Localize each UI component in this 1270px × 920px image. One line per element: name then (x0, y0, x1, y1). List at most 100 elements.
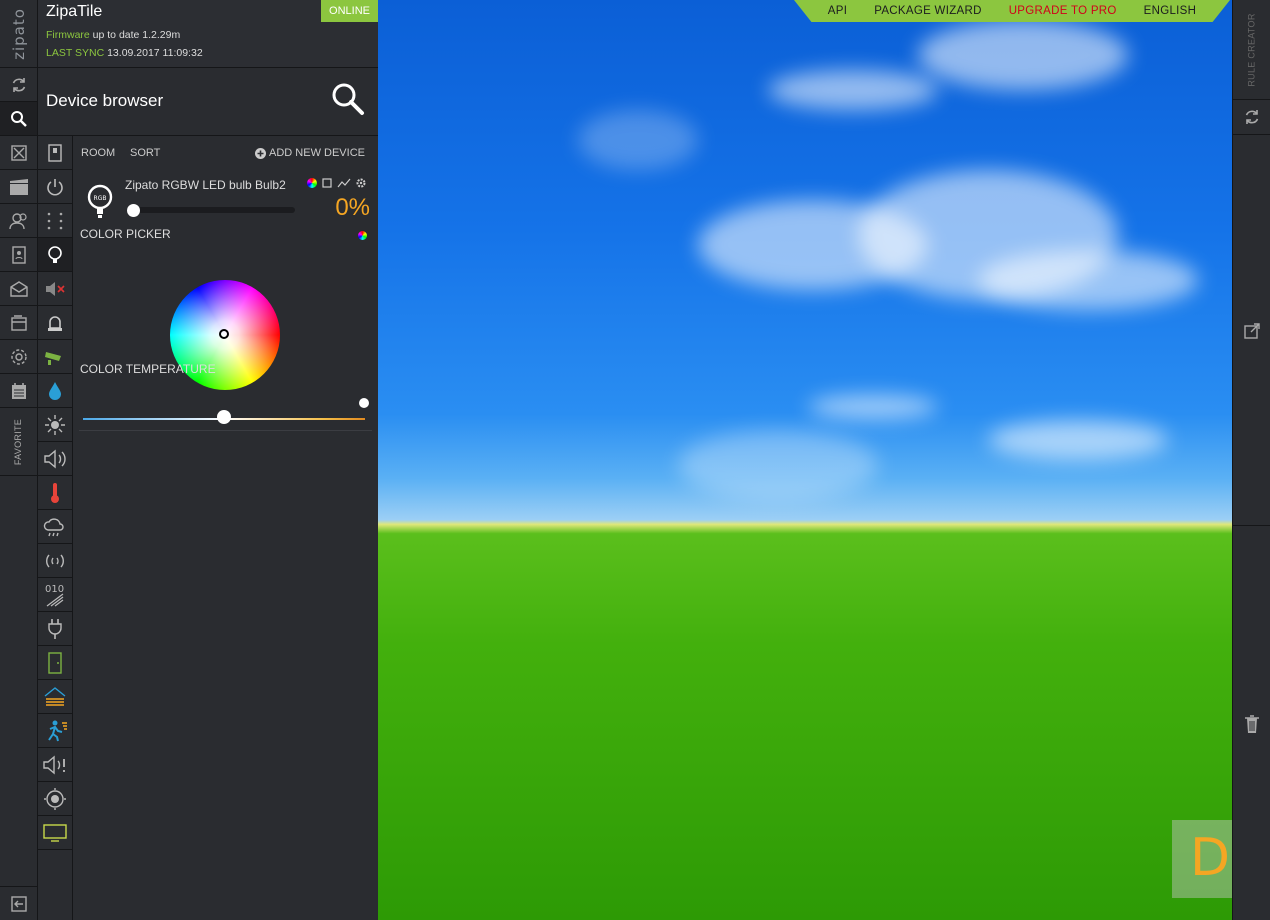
cloud (808, 395, 938, 419)
category-binary[interactable]: 010 (38, 578, 72, 612)
add-device-button[interactable]: ADD NEW DEVICE (255, 147, 365, 159)
category-mute[interactable] (38, 272, 72, 306)
color-temperature-knob[interactable] (217, 410, 231, 424)
favorite-tab[interactable]: FAVORITE (0, 408, 37, 476)
room-filter[interactable]: ROOM (81, 147, 115, 159)
thermometer-icon (51, 482, 59, 503)
rule-creator-tab[interactable]: RULE CREATOR (1233, 0, 1270, 100)
category-brightness[interactable] (38, 408, 72, 442)
rgb-bulb-icon: RGB (87, 184, 113, 225)
smoke-icon (44, 787, 66, 810)
rule-creator-label: RULE CREATOR (1246, 12, 1257, 87)
wallet-button[interactable] (0, 306, 37, 340)
search-nav-button[interactable] (0, 102, 37, 136)
color-temperature-label: COLOR TEMPERATURE (80, 362, 216, 376)
cloud (918, 20, 1128, 90)
nav-upgrade-to-pro[interactable]: UPGRADE TO PRO (1009, 5, 1117, 17)
open-external-button[interactable] (1233, 314, 1270, 348)
scenes-button[interactable] (0, 170, 37, 204)
firmware-line: Firmware up to date 1.2.29m (46, 29, 180, 41)
plug-icon (48, 618, 62, 639)
siren-icon (43, 755, 65, 774)
nav-api[interactable]: API (828, 5, 847, 17)
logout-button[interactable] (0, 886, 38, 920)
external-link-icon (1244, 323, 1260, 339)
category-signal[interactable] (38, 544, 72, 578)
refresh-icon (1245, 110, 1259, 124)
settings-icon (10, 348, 27, 365)
category-door[interactable] (38, 646, 72, 680)
weather-icon (43, 517, 64, 536)
firmware-label: Firmware (46, 29, 90, 41)
cloud (678, 430, 878, 500)
category-thermometer[interactable] (38, 476, 72, 510)
nav-package-wizard[interactable]: PACKAGE WIZARD (874, 5, 982, 17)
category-switch[interactable] (38, 136, 72, 170)
divider (1233, 134, 1270, 135)
firmware-text: up to date 1.2.29m (92, 29, 181, 41)
messages-button[interactable] (0, 272, 37, 306)
widgets-button[interactable] (0, 136, 37, 170)
category-bulb[interactable] (38, 238, 72, 272)
level-percent: 0% (335, 194, 370, 221)
calendar-button[interactable] (0, 374, 37, 408)
category-water[interactable] (38, 374, 72, 408)
widget-tile[interactable]: D (1172, 820, 1232, 898)
device-toolbar: ROOM SORT ADD NEW DEVICE (73, 136, 378, 170)
device-search-button[interactable] (330, 81, 366, 122)
settings-button[interactable] (0, 340, 37, 374)
color-dot-icon[interactable] (307, 178, 317, 188)
category-grid[interactable] (38, 204, 72, 238)
signal-icon (46, 554, 64, 567)
refresh-icon (12, 77, 25, 92)
refresh-button[interactable] (0, 68, 37, 102)
category-flood[interactable] (38, 680, 72, 714)
category-weather[interactable] (38, 510, 72, 544)
contacts-icon (11, 245, 26, 264)
search-icon (10, 110, 27, 127)
mute-icon (46, 281, 65, 296)
users-button[interactable] (0, 204, 37, 238)
bulb-icon (48, 245, 62, 263)
scenes-icon (9, 178, 28, 195)
level-slider-track[interactable] (128, 207, 295, 213)
category-plug[interactable] (38, 612, 72, 646)
brightness-icon (45, 414, 65, 435)
app-root: zipato FAVORITE ZipaTile ONLINE Firmware… (0, 0, 1270, 920)
left-rail: zipato FAVORITE (0, 0, 38, 920)
category-motion[interactable] (38, 714, 72, 748)
device-panel: ROOM SORT ADD NEW DEVICE RGB Zipato RGBW… (73, 136, 378, 920)
color-wheel-selector[interactable] (219, 329, 229, 339)
category-camera[interactable] (38, 340, 72, 374)
gear-icon[interactable] (356, 178, 366, 188)
right-refresh-button[interactable] (1233, 100, 1270, 134)
contacts-button[interactable] (0, 238, 37, 272)
tile-letter: D (1190, 828, 1231, 888)
delete-button[interactable] (1233, 707, 1270, 741)
water-drop-icon (49, 381, 61, 400)
device-browser-title: Device browser (46, 91, 164, 110)
wallet-icon (10, 314, 27, 331)
widgets-icon (10, 144, 27, 161)
category-power[interactable] (38, 170, 72, 204)
category-siren[interactable] (38, 748, 72, 782)
plus-circle-icon (255, 147, 267, 159)
level-slider-knob[interactable] (127, 204, 140, 217)
chart-icon[interactable] (337, 178, 351, 188)
category-speaker[interactable] (38, 442, 72, 476)
square-icon[interactable] (322, 178, 332, 188)
nav-language[interactable]: ENGLISH (1144, 5, 1197, 17)
sort-button[interactable]: SORT (130, 147, 160, 159)
app-title: ZipaTile (46, 3, 103, 20)
top-nav-items: API PACKAGE WIZARD UPGRADE TO PRO ENGLIS… (794, 0, 1230, 22)
category-alarm-light[interactable] (38, 306, 72, 340)
motion-icon (48, 720, 67, 741)
last-sync-value: 13.09.2017 11:09:32 (107, 47, 203, 59)
category-tv[interactable] (38, 816, 72, 850)
category-smoke[interactable] (38, 782, 72, 816)
flood-icon (44, 686, 66, 706)
color-picker-dot-icon[interactable] (358, 231, 367, 240)
background-image: API PACKAGE WIZARD UPGRADE TO PRO ENGLIS… (378, 0, 1232, 920)
device-name[interactable]: Zipato RGBW LED bulb Bulb2 (125, 178, 286, 192)
magnifier-icon (332, 83, 364, 115)
